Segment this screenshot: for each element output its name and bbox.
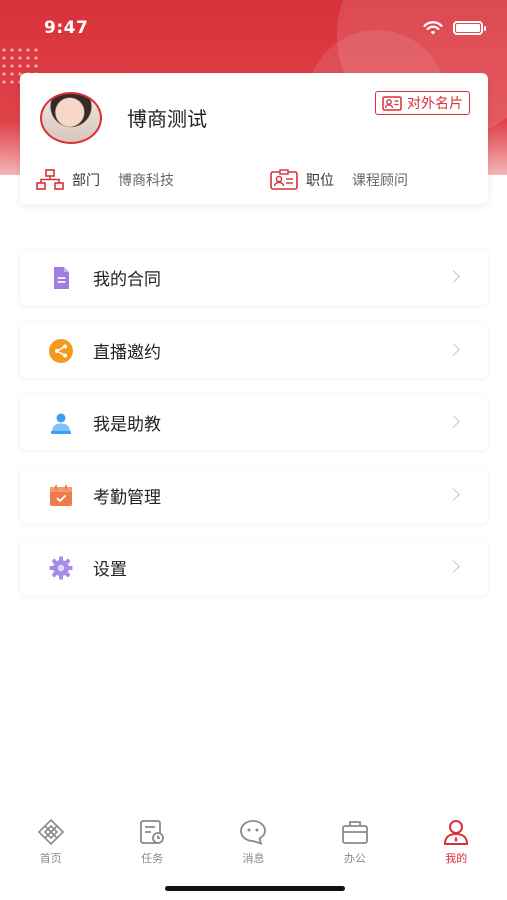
person-icon — [444, 820, 469, 845]
chevron-right-icon — [447, 342, 460, 356]
menu-item-settings[interactable]: 设置 — [20, 540, 488, 595]
position-row: 职位 课程顾问 — [270, 169, 408, 191]
id-card-icon — [382, 95, 402, 111]
position-label: 职位 — [306, 173, 334, 189]
tab-label: 消息 — [242, 852, 265, 865]
avatar[interactable] — [40, 92, 102, 144]
message-icon — [240, 820, 267, 845]
menu-item-label: 考勤管理 — [93, 487, 161, 508]
menu-item-contracts[interactable]: 我的合同 — [20, 250, 488, 305]
badge-icon — [270, 169, 298, 190]
menu-item-label: 直播邀约 — [93, 342, 161, 363]
department-label: 部门 — [72, 173, 100, 189]
tab-message[interactable]: 消息 — [203, 812, 304, 872]
tab-label: 我的 — [445, 852, 468, 865]
tab-label: 任务 — [141, 852, 164, 865]
calendar-check-icon — [50, 484, 72, 506]
assistant-person-icon — [51, 413, 71, 434]
menu-item-label: 我是助教 — [93, 415, 161, 435]
share-icon — [49, 338, 73, 363]
menu-item-label: 我的合同 — [93, 270, 161, 290]
business-card-label: 对外名片 — [407, 96, 463, 112]
menu-item-assistant[interactable]: 我是助教 — [20, 395, 488, 450]
business-card-button[interactable]: 对外名片 — [375, 91, 470, 115]
chevron-right-icon — [447, 415, 460, 428]
user-name: 博商测试 — [127, 107, 207, 131]
task-icon — [140, 820, 164, 844]
menu-item-attendance[interactable]: 考勤管理 — [20, 467, 488, 523]
chevron-right-icon — [447, 560, 460, 573]
battery-icon — [453, 21, 486, 35]
menu-item-live-invite[interactable]: 直播邀约 — [20, 322, 488, 378]
tab-task[interactable]: 任务 — [102, 812, 203, 872]
chevron-right-icon — [447, 270, 460, 283]
home-indicator — [165, 886, 345, 891]
position-value: 课程顾问 — [352, 173, 408, 189]
home-icon — [37, 818, 64, 846]
tab-mine[interactable]: 我的 — [406, 812, 507, 872]
menu-item-label: 设置 — [93, 560, 127, 580]
wifi-icon — [423, 20, 443, 34]
department-value: 博商科技 — [118, 173, 174, 189]
gear-icon — [49, 556, 73, 580]
bottom-tab-bar: 首页 任务 消息 办公 我的 — [0, 812, 507, 872]
menu-list: 我的合同 直播邀约 我是助教 考勤管理 设置 — [20, 250, 488, 613]
status-time: 9:47 — [44, 18, 89, 38]
briefcase-icon — [341, 821, 368, 844]
org-chart-icon — [36, 169, 64, 190]
contract-document-icon — [54, 267, 69, 289]
status-bar: 9:47 — [0, 0, 507, 56]
tab-label: 首页 — [39, 852, 62, 865]
department-row: 部门 博商科技 — [36, 169, 174, 191]
tab-label: 办公 — [343, 852, 366, 865]
status-icons — [423, 20, 486, 36]
tab-office[interactable]: 办公 — [304, 812, 405, 872]
chevron-right-icon — [447, 487, 460, 501]
tab-home[interactable]: 首页 — [0, 812, 101, 872]
profile-card: 博商测试 对外名片 部门 博商科技 职位 课程顾问 — [20, 73, 488, 204]
